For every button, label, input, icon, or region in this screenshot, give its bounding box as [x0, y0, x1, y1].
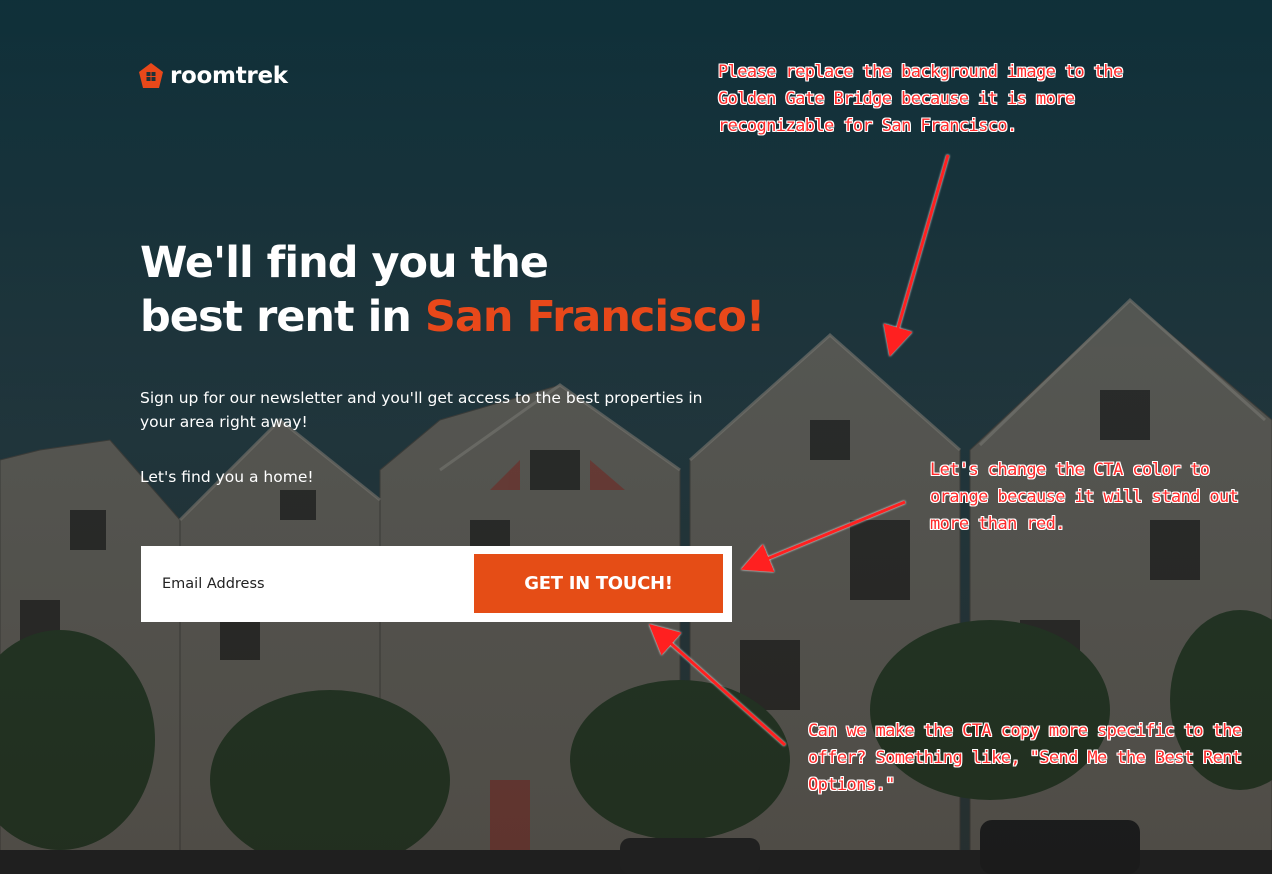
hero-title-line1: We'll find you the — [140, 238, 549, 288]
annotation-background: Please replace the background image to t… — [718, 62, 1123, 136]
email-input[interactable] — [141, 546, 482, 622]
annotation-cta-copy: Can we make the CTA copy more specific t… — [808, 721, 1242, 795]
brand-logo[interactable]: roomtrek — [138, 62, 288, 90]
hero-title: We'll find you the best rent in San Fran… — [140, 236, 765, 344]
hero-title-city: San Francisco! — [424, 292, 765, 342]
get-in-touch-button[interactable]: GET IN TOUCH! — [474, 554, 723, 613]
brand-name: roomtrek — [170, 63, 288, 89]
newsletter-form: GET IN TOUCH! — [141, 546, 732, 622]
hero-subtitle: Sign up for our newsletter and you'll ge… — [140, 389, 703, 431]
annotation-cta-color: Let's change the CTA color to orange bec… — [930, 460, 1239, 534]
find-home-text: Let's find you a home! — [140, 468, 314, 486]
house-pentagon-icon — [139, 63, 163, 88]
hero-title-line2: best rent in — [140, 292, 425, 342]
